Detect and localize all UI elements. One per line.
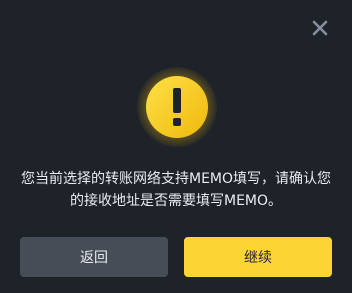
dialog-message: 您当前选择的转账网络支持MEMO填写，请确认您 的接收地址是否需要填写MEMO。: [0, 168, 352, 212]
close-icon: [312, 20, 328, 36]
back-button[interactable]: 返回: [20, 237, 168, 277]
continue-button[interactable]: 继续: [184, 237, 332, 277]
close-button[interactable]: [309, 17, 331, 39]
message-line-1: 您当前选择的转账网络支持MEMO填写，请确认您: [20, 171, 332, 187]
message-line-2: 的接收地址是否需要填写MEMO。: [69, 193, 283, 209]
memo-confirmation-dialog: 您当前选择的转账网络支持MEMO填写，请确认您 的接收地址是否需要填写MEMO。…: [0, 0, 352, 293]
warning-icon-container: [137, 67, 217, 147]
exclamation-warning-icon: [137, 67, 217, 147]
